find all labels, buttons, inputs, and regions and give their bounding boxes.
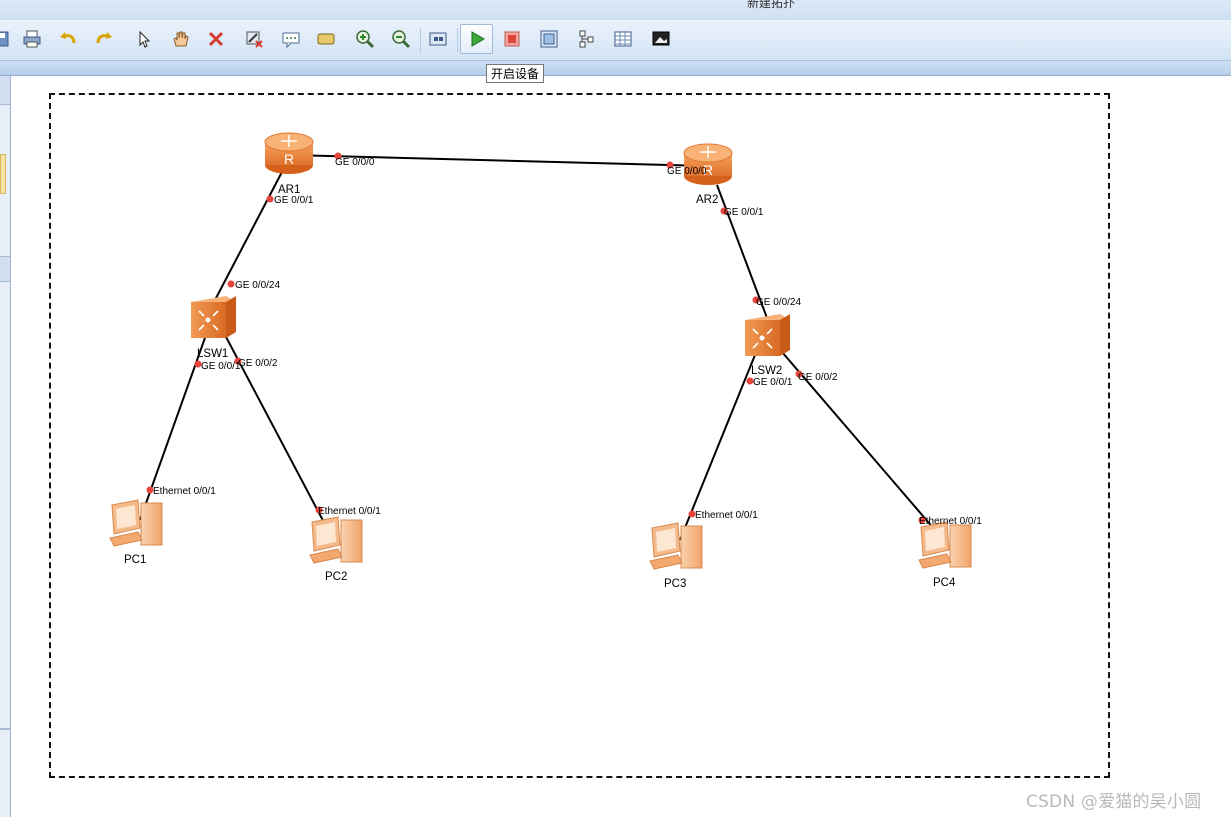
device-label: PC3 bbox=[664, 578, 686, 590]
port-dot[interactable] bbox=[227, 280, 235, 288]
port-label: GE 0/0/2 bbox=[238, 358, 278, 369]
port-label: GE 0/0/24 bbox=[756, 297, 801, 308]
pc-icon bbox=[649, 522, 703, 570]
port-label: Ethernet 0/0/1 bbox=[919, 516, 982, 527]
watermark: CSDN @爱猫的吴小圆 bbox=[1026, 792, 1202, 812]
pc-pc1[interactable]: PC1 bbox=[109, 499, 163, 566]
topology-diagram: R AR1 R AR2 LSW1 LSW2 PC1 PC2 PC3 PC4 GE… bbox=[109, 132, 982, 590]
switch-lsw2[interactable]: LSW2 bbox=[745, 314, 790, 377]
pc-pc3[interactable]: PC3 bbox=[649, 522, 703, 590]
device-label: LSW2 bbox=[751, 365, 782, 377]
switch-lsw1[interactable]: LSW1 bbox=[191, 296, 236, 360]
device-label: LSW1 bbox=[197, 348, 228, 360]
port-label: Ethernet 0/0/1 bbox=[695, 510, 758, 521]
pc-pc4[interactable]: PC4 bbox=[918, 521, 972, 589]
pc-icon bbox=[918, 521, 972, 569]
port-label: GE 0/0/1 bbox=[724, 207, 764, 218]
port-dot[interactable] bbox=[266, 195, 274, 203]
pc-pc2[interactable]: PC2 bbox=[309, 516, 363, 583]
device-label: PC2 bbox=[325, 571, 347, 583]
port-label: GE 0/0/1 bbox=[274, 195, 314, 206]
switch-icon bbox=[745, 314, 790, 356]
port-label: Ethernet 0/0/1 bbox=[318, 506, 381, 517]
pc-icon bbox=[309, 516, 363, 564]
port-label: GE 0/0/0 bbox=[335, 157, 375, 168]
device-label: PC4 bbox=[933, 577, 956, 589]
router-icon: R bbox=[264, 132, 314, 174]
port-label: GE 0/0/1 bbox=[753, 377, 793, 388]
device-label: AR2 bbox=[696, 194, 718, 206]
switch-icon bbox=[191, 296, 236, 338]
port-label: Ethernet 0/0/1 bbox=[153, 486, 216, 497]
router-icon: R bbox=[683, 143, 733, 185]
port-label: GE 0/0/0 bbox=[667, 166, 707, 177]
port-label: GE 0/0/1 bbox=[201, 361, 241, 372]
pc-icon bbox=[109, 499, 163, 547]
svg-text:R: R bbox=[284, 151, 294, 167]
device-label: PC1 bbox=[124, 554, 146, 566]
router-ar1[interactable]: R AR1 bbox=[264, 132, 314, 196]
port-label: GE 0/0/2 bbox=[798, 372, 838, 383]
port-label: GE 0/0/24 bbox=[235, 280, 280, 291]
